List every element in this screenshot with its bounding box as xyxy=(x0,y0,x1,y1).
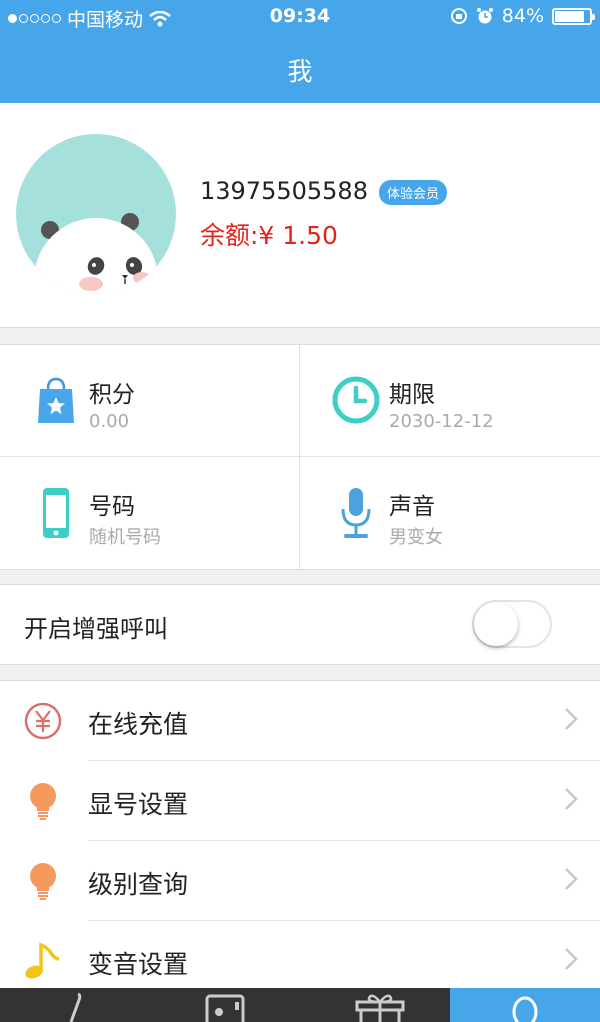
tab-me[interactable] xyxy=(450,988,600,1022)
user-icon xyxy=(512,996,538,1022)
rotation-lock-icon xyxy=(450,8,467,24)
menu-item-level-query[interactable]: 级别查询 xyxy=(0,841,600,921)
battery-icon xyxy=(552,7,595,25)
profile-card[interactable]: 13975505588 体验会员 余额:¥ 1.50 xyxy=(0,103,600,328)
chevron-right-icon xyxy=(565,868,578,890)
stat-expiry[interactable]: 期限 2030-12-12 xyxy=(300,345,599,456)
chevron-right-icon xyxy=(565,788,578,810)
panda-avatar-icon xyxy=(16,134,176,294)
stat-label: 号码 xyxy=(89,494,135,520)
menu-label: 在线充值 xyxy=(88,710,189,739)
balance-text: 余额:¥ 1.50 xyxy=(200,221,338,250)
gift-icon xyxy=(355,994,405,1022)
menu-label: 级别查询 xyxy=(88,870,189,899)
alarm-icon xyxy=(476,8,493,24)
stat-value: 2030-12-12 xyxy=(389,411,494,432)
menu-label: 显号设置 xyxy=(88,790,189,819)
music-note-icon xyxy=(25,942,60,979)
shopping-bag-star-icon xyxy=(38,377,74,423)
stat-value: 0.00 xyxy=(89,411,130,432)
chevron-right-icon xyxy=(565,708,578,730)
contacts-icon xyxy=(205,994,245,1022)
stat-label: 积分 xyxy=(89,382,135,408)
stat-points[interactable]: 积分 0.00 xyxy=(0,345,299,456)
tab-bar xyxy=(0,988,600,1022)
menu-label: 变音设置 xyxy=(88,950,189,979)
enhanced-call-label: 开启增强呼叫 xyxy=(24,615,168,643)
menu-item-caller-id[interactable]: 显号设置 xyxy=(0,761,600,841)
avatar[interactable] xyxy=(16,134,176,294)
enhanced-call-toggle[interactable] xyxy=(472,600,552,648)
phone-handset-icon xyxy=(69,992,82,1022)
stat-voice[interactable]: 声音 男变女 xyxy=(300,457,599,568)
chevron-right-icon xyxy=(565,948,578,970)
menu-item-recharge[interactable]: 在线充值 xyxy=(0,681,600,761)
stat-number[interactable]: 号码 随机号码 xyxy=(0,457,299,568)
stats-grid: 积分 0.00 期限 2030-12-12 号码 随机号码 声音 男变女 xyxy=(0,344,600,570)
tab-gifts[interactable] xyxy=(300,988,450,1022)
stat-label: 声音 xyxy=(389,494,435,520)
lightbulb-icon xyxy=(30,783,56,820)
stat-label: 期限 xyxy=(389,382,435,408)
settings-menu: 在线充值 显号设置 级别查询 变音设置 xyxy=(0,680,600,991)
lightbulb-icon xyxy=(30,863,56,900)
header: 中国移动 09:34 84% 我 xyxy=(0,0,600,103)
enhanced-call-row: 开启增强呼叫 xyxy=(0,584,600,665)
status-bar: 中国移动 09:34 84% xyxy=(0,0,600,34)
tab-dial[interactable] xyxy=(0,988,150,1022)
stat-value: 男变女 xyxy=(389,527,443,548)
yen-icon xyxy=(24,702,62,740)
clock-icon xyxy=(332,376,380,424)
toggle-knob xyxy=(474,602,518,646)
member-badge: 体验会员 xyxy=(379,180,448,205)
phone-icon xyxy=(43,488,69,538)
battery-percent: 84% xyxy=(501,5,544,27)
tab-contacts[interactable] xyxy=(150,988,300,1022)
page-title: 我 xyxy=(287,57,313,86)
stat-value: 随机号码 xyxy=(89,527,161,548)
phone-number: 13975505588 xyxy=(200,177,368,205)
microphone-icon xyxy=(341,488,371,538)
